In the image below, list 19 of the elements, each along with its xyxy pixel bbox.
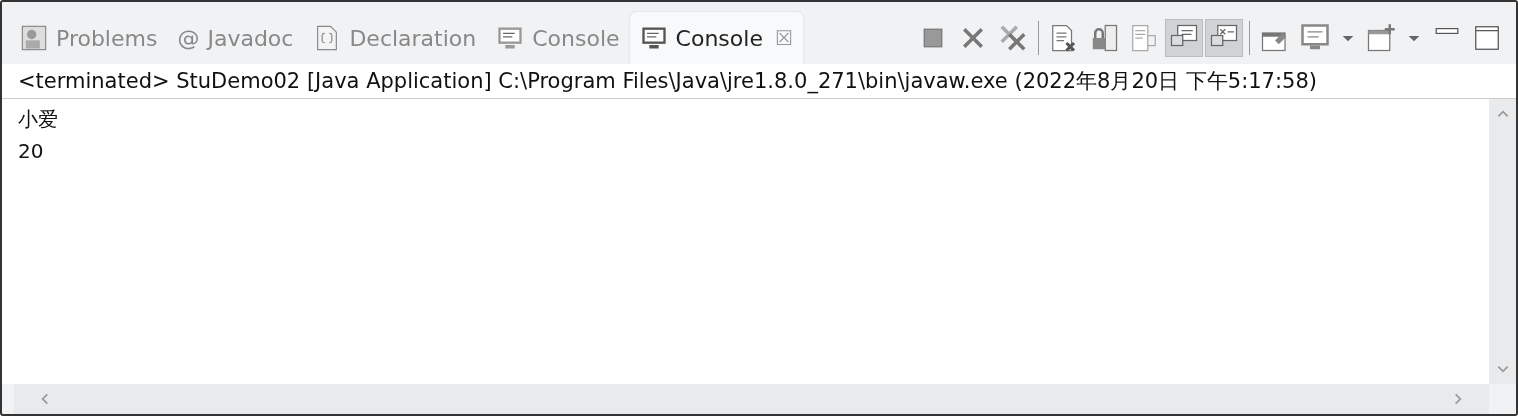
horizontal-scrollbar[interactable] [14,384,1489,414]
toolbar-button[interactable] [1165,19,1203,57]
console-output-line: 20 [18,138,45,165]
problems-icon [20,24,48,52]
view-tab[interactable]: Problems [10,12,168,64]
close-icon[interactable]: ☒ [774,26,793,50]
view-tab[interactable]: Declaration [303,12,487,64]
view-tab[interactable]: @ Javadoc [167,12,304,64]
double-x-icon [998,23,1028,53]
document-arrow-icon [1129,23,1159,53]
vertical-scrollbar[interactable] [1489,99,1516,384]
view-tab[interactable]: Console ☒ [629,12,803,64]
toolbar-button[interactable] [1205,19,1243,57]
window-plus-icon [1366,23,1396,53]
view-tab[interactable]: Console [486,12,630,64]
at-sign-icon: @ [177,25,200,51]
console-output-line: 小爱 [18,106,59,133]
minimize-icon [1435,28,1459,34]
maximize-icon [1472,23,1502,53]
